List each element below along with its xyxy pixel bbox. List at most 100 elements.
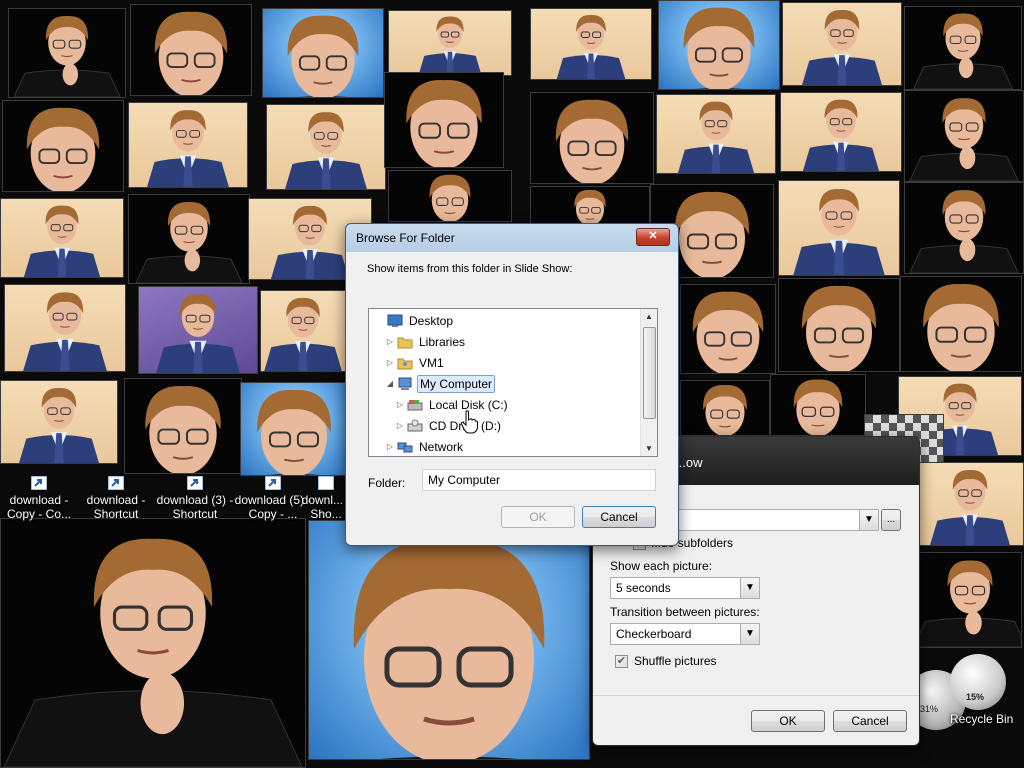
shuffle-pictures-checkbox[interactable]: ✔: [615, 655, 628, 668]
expand-arrow-icon[interactable]: ▷: [395, 395, 405, 415]
portrait-image: [556, 14, 626, 79]
shortcut-arrow-icon: [187, 476, 203, 490]
tree-item-desktop[interactable]: Desktop: [369, 311, 639, 331]
desktop-shortcut-label: download - Shortcut: [86, 493, 146, 521]
portrait-image: [147, 110, 229, 187]
tree-item-label: Desktop: [409, 314, 454, 328]
photo-tile: [782, 2, 902, 86]
photo-tile: [2, 100, 124, 192]
photo-tile: [128, 194, 250, 284]
local-disk-icon: [407, 400, 423, 411]
photo-tile: [0, 380, 118, 464]
portrait-image: [677, 101, 755, 173]
browse-ok-button[interactable]: OK: [501, 506, 575, 528]
recycle-bin-icon[interactable]: Recycle Bin: [950, 712, 1020, 726]
tree-item-local-disk-c[interactable]: ▷ Local Disk (C:): [369, 395, 639, 415]
portrait-image: [156, 294, 240, 373]
computer-icon: [398, 377, 412, 390]
tree-item-my-computer[interactable]: ◢ My Computer: [369, 374, 639, 394]
scroll-down-icon[interactable]: ▼: [641, 441, 657, 456]
hand-cursor-icon: [460, 410, 478, 434]
close-icon: ✕: [648, 230, 658, 242]
photo-tile: [130, 4, 252, 96]
tree-item-cd-drive-d[interactable]: ▷CD Drive (D:): [369, 416, 639, 436]
pictures-folder-combo[interactable]: ▼: [673, 509, 879, 531]
slideshow-cancel-button[interactable]: Cancel: [833, 710, 907, 732]
photo-tile: [658, 0, 780, 90]
portrait-image: [19, 388, 99, 463]
photo-tile: [900, 276, 1022, 372]
portrait-image: [131, 11, 251, 95]
browse-dialog-titlebar: Browse For Folder ✕: [346, 224, 678, 252]
transition-select[interactable]: Checkerboard ▼: [610, 623, 760, 645]
expand-arrow-icon[interactable]: ▷: [385, 332, 395, 352]
transition-label: Transition between pictures:: [610, 605, 760, 619]
photo-tile: [384, 72, 504, 168]
browse-cancel-button[interactable]: Cancel: [582, 506, 656, 528]
folder-icon: [397, 337, 413, 349]
desktop-icon: [387, 314, 403, 327]
chevron-down-icon: ▼: [740, 624, 759, 644]
photo-tile: [260, 290, 346, 372]
desktop-shortcut-label: downl... - Sho...: [301, 493, 351, 521]
portrait-image: [309, 538, 589, 759]
photo-tile: [4, 284, 126, 372]
cd-drive-icon: [407, 419, 423, 432]
photo-tile: [262, 8, 384, 98]
tree-item-vm1[interactable]: ▷ VM1: [369, 353, 639, 373]
portrait-image: [415, 174, 485, 221]
photo-tile: [904, 6, 1022, 90]
portrait-image: [659, 7, 779, 89]
show-each-value: 5 seconds: [616, 581, 671, 595]
portrait-image: [919, 560, 1021, 647]
tree-item-libraries[interactable]: ▷ Libraries: [369, 332, 639, 352]
show-each-select[interactable]: 5 seconds ▼: [610, 577, 760, 599]
portrait-image: [264, 297, 342, 371]
shortcut-arrow-icon: [265, 476, 281, 490]
desktop-shortcut-download-shortcut[interactable]: download - Shortcut: [75, 476, 157, 521]
memory-meter-gadget[interactable]: 15%: [950, 654, 1006, 710]
collapse-arrow-icon[interactable]: ◢: [385, 374, 395, 394]
expand-arrow-icon[interactable]: ▷: [385, 353, 395, 373]
tree-item-label: VM1: [419, 356, 444, 370]
photo-tile: [916, 462, 1024, 546]
desktop-shortcut-label: download - Copy - Co...: [6, 493, 72, 521]
portrait-image: [125, 386, 241, 473]
chevron-down-icon: ▼: [740, 578, 759, 598]
photo-tile: [770, 374, 866, 436]
desktop-shortcut-download-3[interactable]: download (3) - Shortcut: [154, 476, 236, 521]
show-each-label: Show each picture:: [610, 559, 713, 573]
tree-item-network[interactable]: ▷ Network: [369, 437, 639, 456]
tree-item-label: Network: [419, 440, 464, 454]
photo-tile: [124, 378, 242, 474]
shuffle-pictures-label: Shuffle pictures: [634, 654, 717, 668]
photo-tile: [8, 8, 126, 98]
portrait-image: [802, 99, 880, 171]
photo-tile: [918, 552, 1022, 648]
slideshow-ok-button[interactable]: OK: [751, 710, 825, 732]
close-button[interactable]: ✕: [636, 228, 670, 246]
slideshow-dialog-title: ...ow: [675, 455, 703, 470]
cpu-meter-value: 31%: [920, 704, 939, 714]
photo-tile: [778, 278, 900, 372]
user-folder-icon: [397, 358, 413, 370]
scroll-up-icon[interactable]: ▲: [641, 309, 657, 324]
expand-arrow-icon[interactable]: ▷: [385, 437, 395, 456]
tree-scrollbar[interactable]: ▲ ▼: [640, 309, 657, 456]
desktop-shortcut-download-copy[interactable]: download - Copy - Co...: [0, 476, 80, 521]
browse-folder-button[interactable]: ...: [881, 509, 901, 531]
portrait-image: [909, 98, 1019, 181]
folder-tree-view[interactable]: Desktop ▷ Libraries ▷ VM1 ◢ My Computer ▷ Local …: [368, 308, 658, 457]
folder-name-field[interactable]: My Computer: [422, 469, 656, 491]
portrait-image: [930, 470, 1010, 545]
network-icon: [397, 442, 413, 453]
desktop-shortcut-label: download (3) - Shortcut: [156, 493, 234, 521]
expand-arrow-icon[interactable]: ▷: [395, 416, 405, 436]
portrait-image: [802, 10, 882, 85]
folder-name-value: My Computer: [428, 473, 501, 487]
portrait-image: [681, 291, 775, 373]
photo-tile: [308, 520, 590, 760]
photo-tile: [780, 92, 902, 172]
scrollbar-thumb[interactable]: [643, 327, 656, 419]
shortcut-arrow-icon: [31, 476, 47, 490]
